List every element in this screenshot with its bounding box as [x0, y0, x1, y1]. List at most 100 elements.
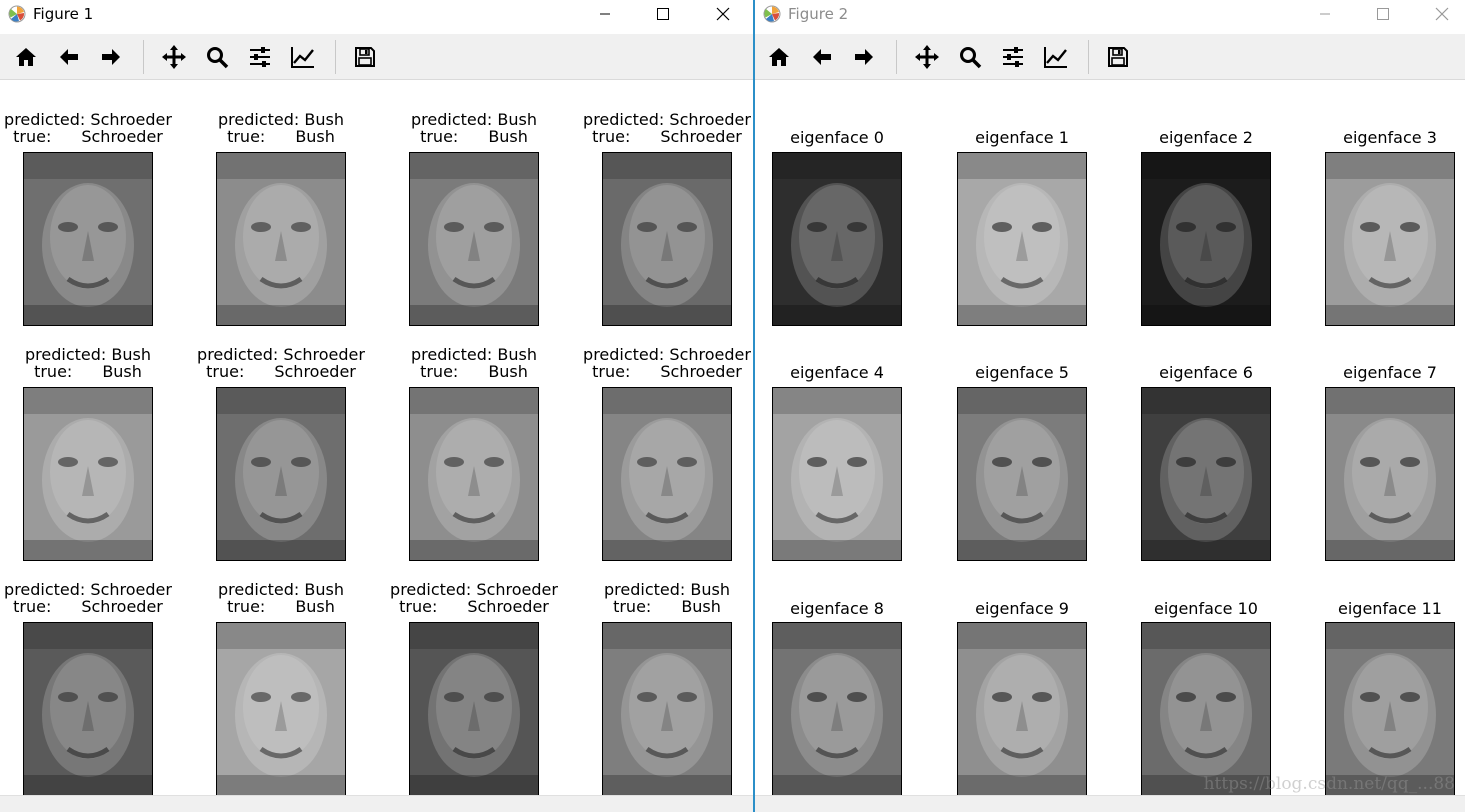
save-button[interactable]	[1104, 43, 1132, 71]
eigenface-title: eigenface 5	[975, 363, 1069, 382]
face-image	[1326, 153, 1454, 325]
close-icon	[716, 7, 730, 21]
title-bar[interactable]: Figure 1	[0, 0, 753, 28]
eigenface-subplot	[1141, 622, 1271, 796]
eigenface-title: eigenface 2	[1159, 128, 1253, 147]
toolbar-separator	[143, 40, 144, 74]
close-button[interactable]	[1419, 0, 1465, 28]
forward-arrow-icon	[855, 49, 873, 65]
close-button[interactable]	[700, 0, 746, 28]
true-label: true:	[613, 597, 652, 616]
save-button[interactable]	[351, 43, 379, 71]
home-button[interactable]	[765, 43, 793, 71]
configure-subplots-icon	[250, 47, 270, 67]
eigenface-subplot	[1325, 387, 1455, 561]
true-name: Schroeder	[81, 597, 163, 616]
eigenface-subplot	[1325, 152, 1455, 326]
face-subplot	[602, 152, 732, 326]
figure-canvas[interactable]: eigenface 0 eigenface 1 eigenface 2 eigenfa…	[755, 80, 1465, 796]
figure-canvas[interactable]: predicted: Schroeder true: Schroeder predic…	[0, 80, 753, 796]
home-button[interactable]	[12, 43, 40, 71]
forward-button[interactable]	[97, 43, 125, 71]
forward-button[interactable]	[850, 43, 878, 71]
toolbar-separator	[335, 40, 336, 74]
save-icon	[355, 47, 375, 67]
home-icon	[16, 48, 36, 66]
face-prediction-title: predicted: Schroeder true: Schroeder	[572, 111, 753, 145]
eigenface-title: eigenface 8	[790, 599, 884, 618]
minimize-icon	[1320, 13, 1330, 15]
matplotlib-app-icon	[8, 5, 26, 23]
true-label: true:	[420, 127, 459, 146]
figure-1-window: Figure 1 predicted: Schroeder true: Schr…	[0, 0, 753, 812]
face-image	[24, 388, 152, 560]
eigenface-subplot	[957, 622, 1087, 796]
back-arrow-icon	[60, 49, 78, 65]
configure-subplots-button[interactable]	[999, 43, 1027, 71]
face-image	[24, 153, 152, 325]
edit-axis-button[interactable]	[1042, 43, 1070, 71]
eigenface-subplot	[772, 387, 902, 561]
eigenface-subplot	[1325, 622, 1455, 796]
face-image	[410, 388, 538, 560]
status-bar	[755, 795, 1465, 812]
face-prediction-title: predicted: Bush true: Bush	[186, 581, 376, 615]
face-prediction-title: predicted: Bush true: Bush	[0, 346, 183, 380]
edit-axis-icon	[1044, 47, 1067, 68]
face-image	[603, 153, 731, 325]
true-name: Bush	[102, 362, 142, 381]
face-prediction-title: predicted: Schroeder true: Schroeder	[379, 581, 569, 615]
true-name: Schroeder	[274, 362, 356, 381]
zoom-icon	[960, 47, 982, 69]
pan-icon	[915, 45, 939, 69]
eigenface-subplot	[1141, 152, 1271, 326]
title-bar[interactable]: Figure 2	[755, 0, 1465, 28]
face-image	[410, 623, 538, 795]
edit-axis-button[interactable]	[289, 43, 317, 71]
face-subplot	[602, 622, 732, 796]
true-label: true:	[227, 597, 266, 616]
back-button[interactable]	[55, 43, 83, 71]
maximize-icon	[657, 8, 669, 20]
true-label: true:	[592, 127, 631, 146]
maximize-button[interactable]	[1360, 0, 1406, 28]
face-subplot	[216, 622, 346, 796]
eigenface-title: eigenface 10	[1154, 599, 1258, 618]
pan-icon	[162, 45, 186, 69]
eigenface-title: eigenface 6	[1159, 363, 1253, 382]
minimize-button[interactable]	[582, 0, 628, 28]
eigenface-title: eigenface 9	[975, 599, 1069, 618]
zoom-button[interactable]	[956, 43, 984, 71]
face-image	[1326, 388, 1454, 560]
pan-button[interactable]	[913, 43, 941, 71]
eigenface-title: eigenface 4	[790, 363, 884, 382]
face-image	[217, 153, 345, 325]
configure-subplots-icon	[1003, 47, 1023, 67]
back-button[interactable]	[808, 43, 836, 71]
face-subplot	[409, 622, 539, 796]
eigenface-title: eigenface 1	[975, 128, 1069, 147]
minimize-button[interactable]	[1302, 0, 1348, 28]
true-label: true:	[34, 362, 73, 381]
face-image	[217, 388, 345, 560]
true-name: Bush	[681, 597, 721, 616]
face-image	[958, 623, 1086, 795]
toolbar-separator	[896, 40, 897, 74]
face-subplot	[23, 152, 153, 326]
toolbar-separator	[1088, 40, 1089, 74]
edit-axis-icon	[291, 47, 314, 68]
maximize-button[interactable]	[640, 0, 686, 28]
face-image	[217, 623, 345, 795]
face-image	[1326, 623, 1454, 795]
configure-subplots-button[interactable]	[246, 43, 274, 71]
true-name: Bush	[295, 597, 335, 616]
true-label: true:	[13, 127, 52, 146]
window-title: Figure 2	[788, 5, 849, 23]
zoom-button[interactable]	[203, 43, 231, 71]
true-label: true:	[227, 127, 266, 146]
status-bar	[0, 795, 753, 812]
eigenface-title: eigenface 11	[1338, 599, 1442, 618]
face-image	[958, 153, 1086, 325]
pan-button[interactable]	[160, 43, 188, 71]
close-icon	[1435, 7, 1449, 21]
